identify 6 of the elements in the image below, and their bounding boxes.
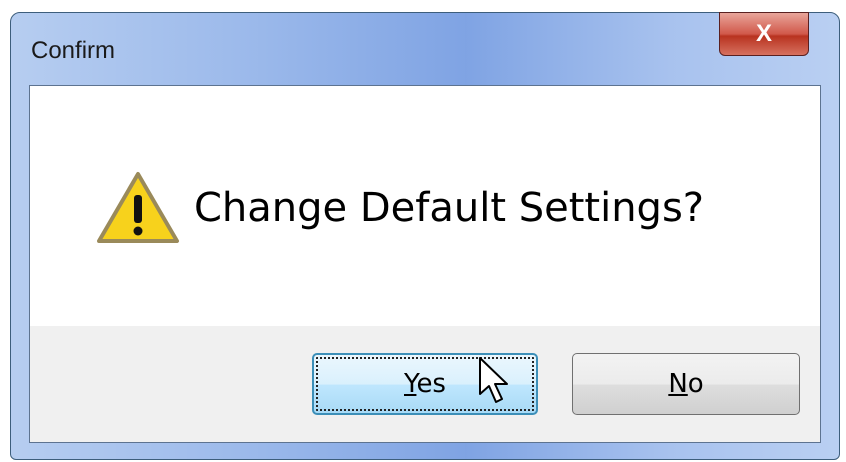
no-button[interactable]: No [572,353,800,415]
close-button[interactable]: X [719,12,809,56]
warning-icon [96,171,180,245]
window-title: Confirm [31,36,116,66]
yes-button[interactable]: Yes [312,353,538,415]
confirm-message: Change Default Settings? [194,184,704,233]
